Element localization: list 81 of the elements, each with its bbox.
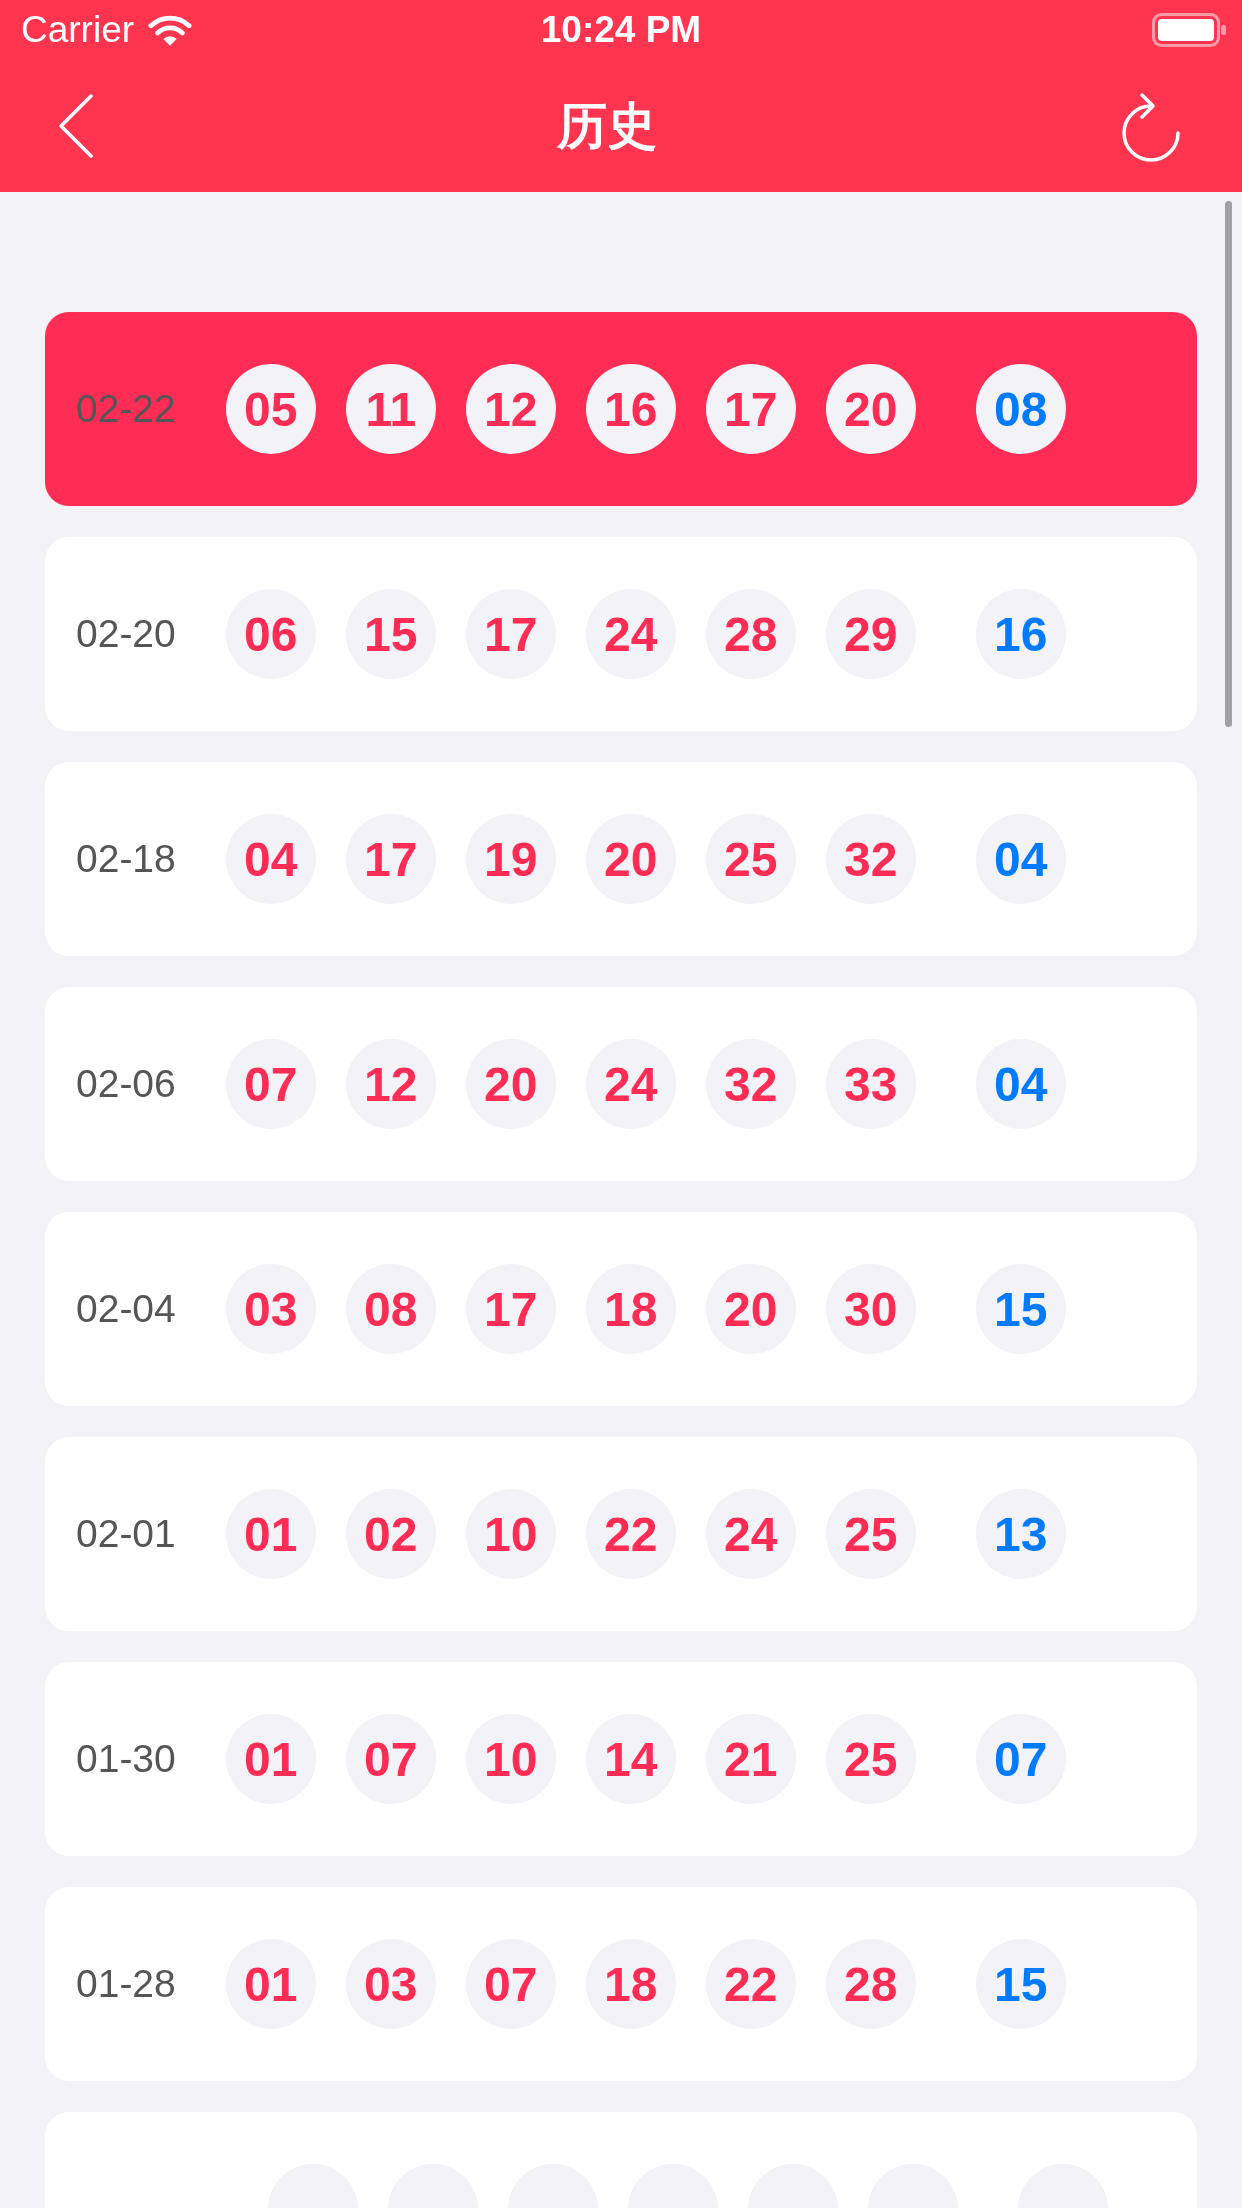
draw-date: 02-04 xyxy=(76,1286,176,1332)
number-ball: 07 xyxy=(345,1714,436,1804)
number-ball: 30 xyxy=(825,1264,916,1354)
number-ball: 20 xyxy=(465,1039,556,1129)
number-ball: 10 xyxy=(465,1714,556,1804)
number-ball: 24 xyxy=(585,589,676,679)
number-ball: 04 xyxy=(225,814,316,904)
draw-card[interactable]: 02-01 01 02 10 22 24 25 13 xyxy=(45,1437,1197,1631)
number-ball: 14 xyxy=(585,1714,676,1804)
draw-card[interactable]: 02-04 03 08 17 18 20 30 15 xyxy=(45,1212,1197,1406)
number-ball: 12 xyxy=(345,1039,436,1129)
number-ball: 21 xyxy=(705,1714,796,1804)
extra-number-ball: 16 xyxy=(975,589,1066,679)
number-ball: 01 xyxy=(225,1714,316,1804)
number-ball: 22 xyxy=(705,1939,796,2029)
number-ball: 28 xyxy=(705,589,796,679)
number-ball: 10 xyxy=(465,1489,556,1579)
number-ball: 28 xyxy=(825,1939,916,2029)
number-ball: 25 xyxy=(705,814,796,904)
number-ball: 17 xyxy=(465,589,556,679)
extra-number-ball: 15 xyxy=(975,1264,1066,1354)
number-ball: 05 xyxy=(225,364,316,454)
number-ball: 07 xyxy=(465,1939,556,2029)
number-ball: 03 xyxy=(225,1264,316,1354)
number-ball: 20 xyxy=(825,364,916,454)
draw-card[interactable]: 02-22 05 11 12 16 17 20 08 xyxy=(45,312,1197,506)
extra-number-ball: 04 xyxy=(975,1039,1066,1129)
number-ball: 17 xyxy=(705,364,796,454)
draw-date: 02-01 xyxy=(76,1511,176,1557)
number-ball: 19 xyxy=(465,814,556,904)
draw-date: 02-18 xyxy=(76,836,176,882)
refresh-icon xyxy=(1120,90,1182,162)
back-button[interactable] xyxy=(58,94,94,158)
number-ball: 33 xyxy=(825,1039,916,1129)
draw-card[interactable]: 02-20 06 15 17 24 28 29 16 xyxy=(45,537,1197,731)
draw-card[interactable]: 02-06 07 12 20 24 32 33 04 xyxy=(45,987,1197,1181)
draw-date: 02-20 xyxy=(76,611,176,657)
number-ball: 20 xyxy=(705,1264,796,1354)
refresh-button[interactable] xyxy=(1120,90,1182,162)
page-title: 历史 xyxy=(557,97,657,156)
draw-card[interactable]: 02-18 04 17 19 20 25 32 04 xyxy=(45,762,1197,956)
battery-icon xyxy=(1152,13,1226,47)
number-ball: 20 xyxy=(585,814,676,904)
number-ball: 07 xyxy=(225,1039,316,1129)
number-ball: 01 xyxy=(225,1489,316,1579)
number-ball: 11 xyxy=(345,364,436,454)
number-ball: 22 xyxy=(585,1489,676,1579)
draw-date: 01-28 xyxy=(76,1961,176,2007)
number-ball: 15 xyxy=(345,589,436,679)
number-ball: 24 xyxy=(585,1039,676,1129)
number-ball: 25 xyxy=(825,1714,916,1804)
time-label: 10:24 PM xyxy=(540,8,702,52)
number-ball: 32 xyxy=(825,814,916,904)
extra-number-ball: 04 xyxy=(975,814,1066,904)
number-ball: 24 xyxy=(705,1489,796,1579)
number-ball: 03 xyxy=(345,1939,436,2029)
draw-card[interactable]: 01-28 01 03 07 18 22 28 15 xyxy=(45,1887,1197,2081)
number-ball: 25 xyxy=(825,1489,916,1579)
number-ball: 32 xyxy=(705,1039,796,1129)
number-ball: 18 xyxy=(585,1939,676,2029)
draw-date: 02-22 xyxy=(76,386,176,432)
number-ball: 12 xyxy=(465,364,556,454)
number-ball: 17 xyxy=(465,1264,556,1354)
number-ball: 16 xyxy=(585,364,676,454)
draw-date: 01-30 xyxy=(76,1736,176,1782)
number-ball: 06 xyxy=(225,589,316,679)
draw-date: 02-06 xyxy=(76,1061,176,1107)
number-ball: 02 xyxy=(345,1489,436,1579)
wifi-icon xyxy=(148,13,193,47)
extra-number-ball: 13 xyxy=(975,1489,1066,1579)
number-ball: 29 xyxy=(825,589,916,679)
number-ball: 08 xyxy=(345,1264,436,1354)
chevron-left-icon xyxy=(58,94,94,158)
number-ball: 17 xyxy=(345,814,436,904)
carrier-label: Carrier xyxy=(21,8,135,52)
number-ball: 18 xyxy=(585,1264,676,1354)
draw-card[interactable]: 01-30 01 07 10 14 21 25 07 xyxy=(45,1662,1197,1856)
extra-number-ball: 08 xyxy=(975,364,1066,454)
extra-number-ball: 15 xyxy=(975,1939,1066,2029)
number-ball: 01 xyxy=(225,1939,316,2029)
extra-number-ball: 07 xyxy=(975,1714,1066,1804)
